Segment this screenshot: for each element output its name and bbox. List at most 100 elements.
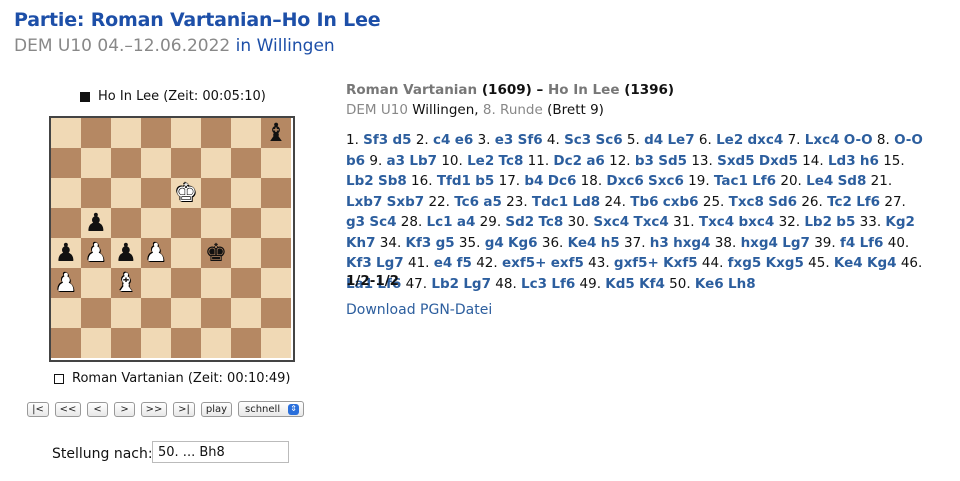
first-move-button[interactable]: |< <box>27 401 49 417</box>
move-white[interactable]: O-O <box>894 132 923 148</box>
move-black[interactable]: a5 <box>483 194 502 210</box>
move-black[interactable]: Lg7 <box>782 235 810 251</box>
move-white[interactable]: Lb2 <box>804 214 832 230</box>
move-black[interactable]: Kh7 <box>346 235 375 251</box>
move-white[interactable]: e3 <box>495 132 514 148</box>
move-white[interactable]: b4 <box>524 173 543 189</box>
move-black[interactable]: Tc8 <box>539 214 564 230</box>
move-black[interactable]: Sxb7 <box>387 194 425 210</box>
move-white[interactable]: Ld3 <box>828 153 856 169</box>
move-black[interactable]: O-O <box>844 132 873 148</box>
move-white[interactable]: Ke4 <box>834 255 863 271</box>
move-white[interactable]: Txc4 <box>699 214 734 230</box>
move-black[interactable]: dxc4 <box>748 132 784 148</box>
move-white[interactable]: Lb2 <box>431 276 459 292</box>
move-white[interactable]: e4 <box>434 255 453 271</box>
move-black[interactable]: Kxf5 <box>663 255 697 271</box>
move-white[interactable]: Dxc6 <box>606 173 643 189</box>
move-white[interactable]: Txc8 <box>729 194 764 210</box>
move-white[interactable]: g3 <box>346 214 365 230</box>
move-white[interactable]: Le4 <box>806 173 833 189</box>
move-black[interactable]: b5 <box>836 214 855 230</box>
move-white[interactable]: Tdc1 <box>532 194 568 210</box>
move-black[interactable]: hxg4 <box>673 235 710 251</box>
move-white[interactable]: Tc6 <box>454 194 479 210</box>
move-white[interactable]: Tac1 <box>714 173 748 189</box>
move-white[interactable]: Tb6 <box>630 194 658 210</box>
move-white[interactable]: Tfd1 <box>437 173 471 189</box>
move-white[interactable]: Sc3 <box>564 132 591 148</box>
move-black[interactable]: Sc4 <box>369 214 396 230</box>
move-white[interactable]: Dc2 <box>553 153 582 169</box>
move-white[interactable]: exf5+ <box>502 255 546 271</box>
move-white[interactable]: hxg4 <box>741 235 778 251</box>
download-pgn-link[interactable]: Download PGN-Datei <box>346 302 492 318</box>
forward-far-button[interactable]: >> <box>141 401 167 417</box>
move-black[interactable]: Lg7 <box>376 255 404 271</box>
move-black[interactable]: Dxd5 <box>759 153 798 169</box>
speed-select[interactable]: schnell ⇕ <box>238 401 305 417</box>
back-button[interactable]: < <box>87 401 108 417</box>
move-white[interactable]: Kd5 <box>605 276 635 292</box>
move-black[interactable]: Lb7 <box>409 153 437 169</box>
move-white[interactable]: c4 <box>433 132 450 148</box>
move-white[interactable]: h3 <box>650 235 669 251</box>
play-button[interactable]: play <box>201 401 232 417</box>
move-white[interactable]: Kg2 <box>885 214 915 230</box>
move-black[interactable]: cxb6 <box>663 194 699 210</box>
move-black[interactable]: Sd8 <box>838 173 867 189</box>
move-black[interactable]: Kg4 <box>867 255 897 271</box>
move-black[interactable]: Sxc6 <box>648 173 684 189</box>
move-white[interactable]: Sd2 <box>505 214 534 230</box>
move-white[interactable]: gxf5+ <box>614 255 659 271</box>
move-black[interactable]: Txc4 <box>634 214 669 230</box>
forward-button[interactable]: > <box>114 401 135 417</box>
move-black[interactable]: Kf4 <box>639 276 665 292</box>
move-black[interactable]: Sf6 <box>518 132 543 148</box>
move-white[interactable]: Sxc4 <box>593 214 629 230</box>
move-black[interactable]: Kg6 <box>508 235 538 251</box>
move-white[interactable]: Ke6 <box>695 276 724 292</box>
move-white[interactable]: Sf3 <box>363 132 388 148</box>
move-white[interactable]: Kf3 <box>406 235 432 251</box>
move-white[interactable]: Lc1 <box>427 214 453 230</box>
move-white[interactable]: Lxc4 <box>805 132 840 148</box>
move-black[interactable]: Sc6 <box>595 132 622 148</box>
move-white[interactable]: Lb2 <box>346 173 374 189</box>
move-black[interactable]: Lf6 <box>860 235 884 251</box>
move-white[interactable]: g4 <box>485 235 504 251</box>
move-white[interactable]: Sxd5 <box>717 153 755 169</box>
move-black[interactable]: h6 <box>860 153 879 169</box>
move-black[interactable]: d5 <box>392 132 411 148</box>
move-black[interactable]: g5 <box>436 235 455 251</box>
move-white[interactable]: a3 <box>387 153 406 169</box>
move-black[interactable]: h5 <box>601 235 620 251</box>
move-white[interactable]: f4 <box>840 235 855 251</box>
move-white[interactable]: Tc2 <box>827 194 852 210</box>
move-black[interactable]: b5 <box>475 173 494 189</box>
move-white[interactable]: fxg5 <box>728 255 762 271</box>
move-black[interactable]: Lh8 <box>728 276 756 292</box>
move-black[interactable]: Lf6 <box>752 173 776 189</box>
move-white[interactable]: Lc3 <box>521 276 547 292</box>
chess-board[interactable]: ♝ ♚ ♟ ♟ ♟ ♟ ♟ ♚ ♟ ♝ <box>49 116 295 362</box>
move-black[interactable]: e6 <box>455 132 474 148</box>
move-black[interactable]: Sd5 <box>658 153 687 169</box>
move-black[interactable]: bxc4 <box>738 214 774 230</box>
move-black[interactable]: a4 <box>457 214 476 230</box>
move-black[interactable]: Sd6 <box>768 194 797 210</box>
move-black[interactable]: Kxg5 <box>766 255 804 271</box>
move-white[interactable]: Le2 <box>467 153 494 169</box>
venue-link[interactable]: in Willingen <box>236 36 335 56</box>
position-after-input[interactable] <box>152 441 289 463</box>
move-black[interactable]: Le7 <box>667 132 694 148</box>
move-black[interactable]: exf5 <box>551 255 584 271</box>
move-black[interactable]: f5 <box>457 255 472 271</box>
move-black[interactable]: Lf6 <box>856 194 880 210</box>
move-black[interactable]: Ld8 <box>573 194 601 210</box>
move-white[interactable]: Le2 <box>716 132 743 148</box>
move-white[interactable]: Kf3 <box>346 255 372 271</box>
back-far-button[interactable]: << <box>55 401 81 417</box>
move-white[interactable]: Ke4 <box>568 235 597 251</box>
move-white[interactable]: b3 <box>635 153 654 169</box>
